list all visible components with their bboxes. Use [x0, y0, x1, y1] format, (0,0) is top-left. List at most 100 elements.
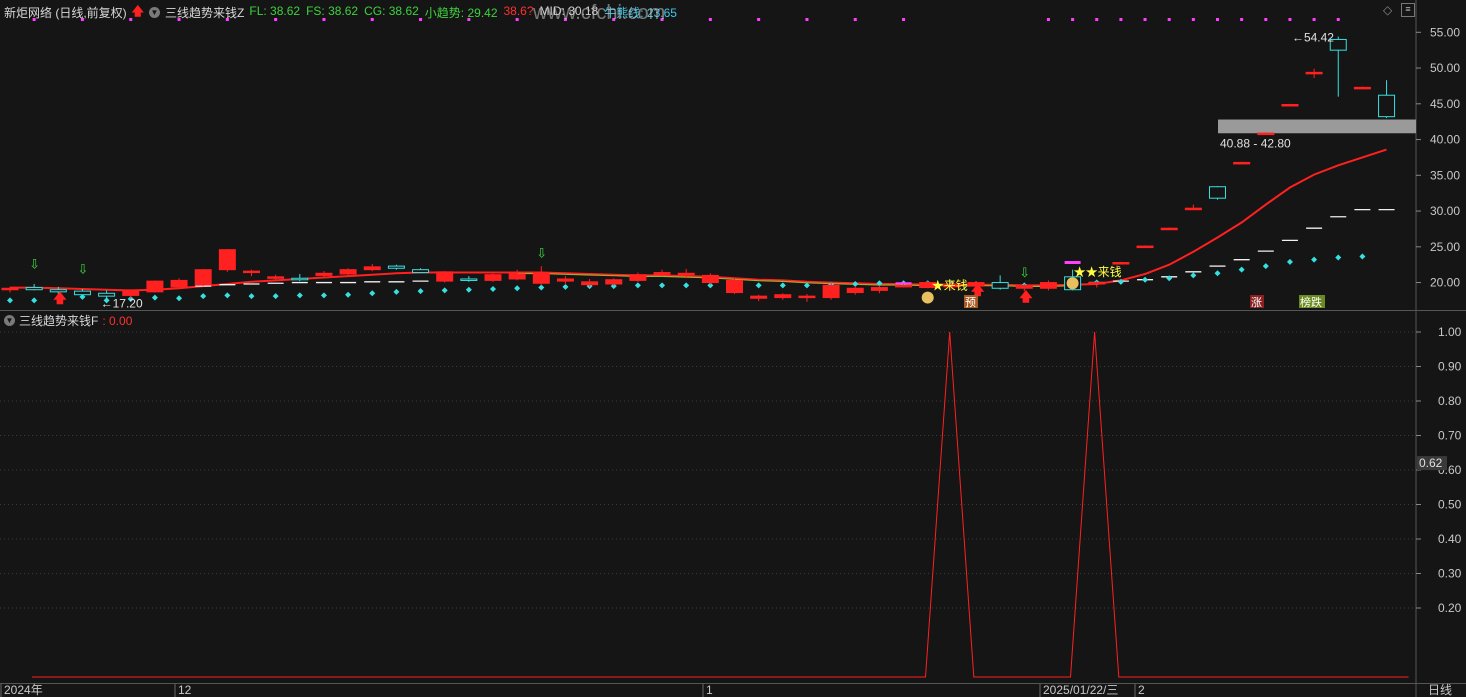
candle-body [1160, 227, 1178, 231]
candle-body [460, 278, 478, 281]
sub-y-tick-label: 0.90 [1438, 360, 1462, 374]
sub-y-tick-label: 0.80 [1438, 394, 1462, 408]
candle-body [339, 269, 357, 275]
candle-body [267, 276, 285, 279]
candle-body [846, 287, 864, 294]
candle-body [1, 287, 19, 291]
candle-body [629, 274, 647, 281]
signal-dot [1071, 18, 1075, 21]
signal-dot [1119, 18, 1123, 21]
sub-indicator-name[interactable]: 三线趋势来钱F [19, 312, 98, 329]
x-axis-label: 12 [178, 683, 192, 697]
cyan-diamond-dot [1238, 266, 1245, 273]
red-up-arrow-icon: 🡅 [1019, 289, 1033, 304]
cyan-diamond-dot [562, 283, 569, 290]
cyan-diamond-dot [634, 282, 641, 289]
cyan-diamond-dot [852, 280, 859, 287]
red-up-arrow-icon: 🡅 [53, 291, 67, 306]
signal-dot [708, 18, 712, 21]
candle-body [1353, 86, 1371, 90]
candle-body [1088, 282, 1106, 285]
cyan-diamond-dot [296, 292, 303, 299]
cyan-diamond-dot [345, 291, 352, 298]
green-down-arrow-icon: ⇩ [536, 246, 547, 261]
mid-trend-line [10, 148, 1387, 292]
green-down-arrow-icon: ⇩ [1019, 265, 1030, 280]
cyan-diamond-dot [248, 293, 255, 300]
candle-body [750, 295, 768, 299]
signal-dot [1240, 18, 1244, 21]
rise-box-label: 涨 [1251, 296, 1262, 309]
candle-body [387, 265, 405, 269]
pre-box-label: 预 [965, 296, 976, 309]
x-axis-label: 2024年 [4, 683, 43, 697]
candle-body [1184, 207, 1202, 211]
candle-body [798, 295, 816, 299]
candle-body [1233, 161, 1251, 165]
cyan-diamond-dot [1166, 275, 1173, 282]
signal-dot [1216, 18, 1219, 21]
cyan-diamond-dot [465, 286, 472, 293]
dropdown-circle-icon[interactable]: ▼ [149, 7, 161, 18]
candle-body [508, 273, 526, 280]
red-up-arrow-icon: 🡅 [131, 4, 145, 18]
signal-dot [1312, 18, 1316, 21]
period-label: 日线 [1428, 683, 1452, 697]
square-menu-icon[interactable]: ≡ [1401, 3, 1415, 17]
chart-canvas[interactable]: 55.00 50.00 45.00 40.00 35.00 30.00 25.00 20.00… [0, 0, 1466, 697]
candle-body [653, 272, 671, 275]
cyan-diamond-dot [490, 285, 496, 292]
cyan-diamond-dot [176, 295, 183, 302]
sub-y-tick-label: 0.70 [1438, 429, 1462, 443]
signal-dot [1046, 18, 1050, 21]
candle-body [1039, 282, 1057, 289]
signal-dot [1143, 18, 1147, 21]
candle-body [484, 274, 502, 281]
cyan-diamond-dot [755, 282, 762, 289]
signal-dot [1264, 18, 1268, 21]
signal-dot [805, 18, 809, 21]
candle-body [774, 294, 792, 299]
candle-body [1378, 94, 1396, 118]
candle-body [436, 271, 454, 282]
money-signal-label: ★★来钱 [1074, 264, 1122, 279]
stock-title[interactable]: 新炬网络 (日线,前复权) [4, 4, 127, 21]
main-y-tick-label: 40.00 [1430, 133, 1460, 147]
signal-dot [853, 18, 857, 21]
cyan-diamond-dot [7, 297, 13, 304]
diamond-icon[interactable]: ◇ [1383, 3, 1392, 17]
price-band [1218, 119, 1416, 134]
main-y-tick-label: 25.00 [1430, 240, 1460, 254]
cyan-diamond-dot [320, 292, 327, 299]
candle-body [146, 280, 164, 293]
current-value-tag: 0.62 [1419, 456, 1443, 470]
cyan-diamond-dot [683, 282, 690, 289]
cyan-diamond-dot [1359, 253, 1366, 260]
watermark: www.cfchi.com [533, 2, 666, 24]
signal-dot [1191, 18, 1195, 21]
candle-body [25, 287, 43, 291]
fall-box-label: 榜跌 [1300, 295, 1322, 309]
cyan-diamond-dot [659, 282, 666, 289]
indicator-name[interactable]: 三线趋势来钱Z [165, 4, 244, 21]
cyan-diamond-dot [369, 290, 376, 297]
main-y-tick-label: 30.00 [1430, 204, 1460, 218]
candle-body [315, 272, 333, 276]
readout-3: 小趋势: 29.42 [424, 6, 498, 20]
signal-dot [1095, 18, 1099, 21]
price-band-label: 40.88 - 42.80 [1220, 136, 1291, 150]
sub-y-tick-label: 0.40 [1438, 532, 1462, 546]
candle-body [1305, 71, 1323, 75]
sub-y-tick-label: 0.30 [1438, 567, 1462, 581]
candle-body [605, 279, 623, 285]
sub-y-tick-label: 0.50 [1438, 498, 1462, 512]
candle-body [895, 284, 913, 288]
low-price-callout: ←17.20 [101, 297, 143, 311]
sub-indicator-value: : 0.00 [102, 313, 133, 328]
dropdown-circle-icon[interactable]: ▼ [4, 315, 15, 326]
readout-2: CG: 38.62 [364, 4, 419, 18]
cyan-diamond-dot [31, 297, 38, 304]
high-price-callout: ←54.42 [1292, 30, 1334, 44]
candle-body [363, 266, 381, 271]
cyan-diamond-dot [514, 285, 521, 292]
